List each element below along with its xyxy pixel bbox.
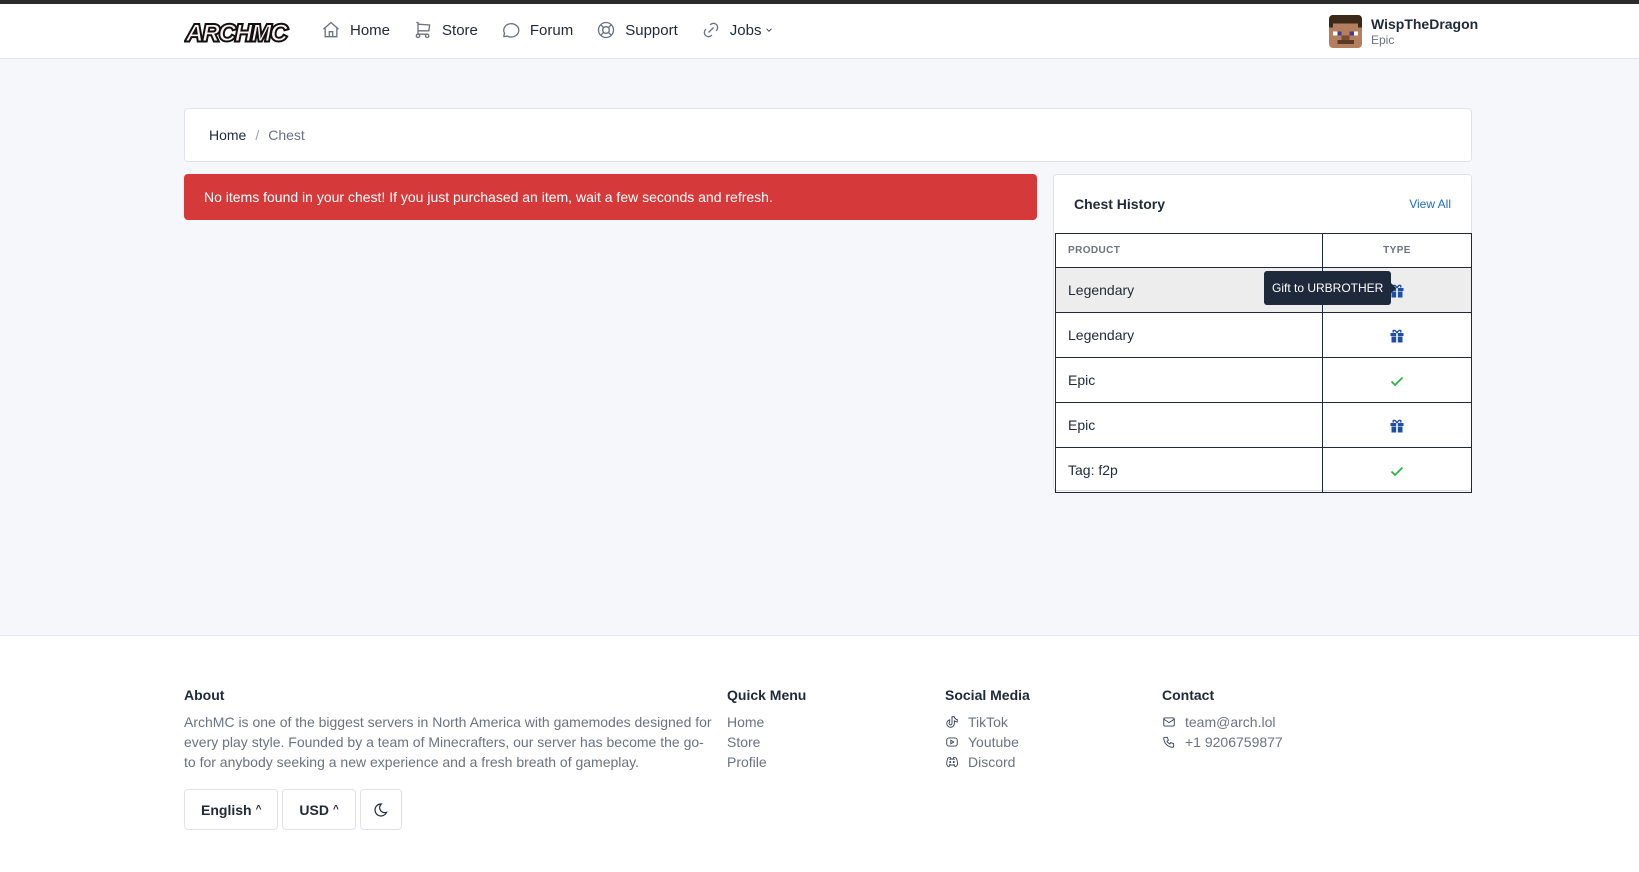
- theme-toggle-button[interactable]: [359, 789, 402, 830]
- check-icon: [1389, 371, 1405, 387]
- footer-social: Social Media TikTok Youtube Discord: [945, 687, 1030, 772]
- column-header-product: Product: [1055, 233, 1323, 268]
- chest-history-header: Chest History View All: [1054, 175, 1471, 233]
- nav-store[interactable]: Store: [413, 20, 478, 40]
- product-cell: Epic: [1055, 357, 1323, 403]
- chevron-up-icon: ^: [332, 804, 339, 815]
- lifebuoy-icon: [598, 21, 615, 39]
- navbar: ARCHMC ARCHMC Home Store Forum Support J…: [0, 4, 1639, 59]
- tiktok-icon: [946, 716, 958, 728]
- mail-icon: [1163, 717, 1175, 727]
- gift-icon[interactable]: [1389, 326, 1405, 343]
- footer-phone-link[interactable]: +1 9206759877: [1162, 732, 1283, 752]
- view-all-link[interactable]: View All: [1409, 197, 1451, 211]
- currency-selector[interactable]: USD ^: [282, 789, 356, 830]
- user-menu[interactable]: WispTheDragon Epic: [1329, 15, 1478, 48]
- cart-icon: [415, 21, 431, 39]
- table-row: Epic: [1055, 357, 1472, 403]
- nav-store-label: Store: [442, 21, 478, 39]
- product-cell: Legendary: [1055, 312, 1323, 358]
- currency-label: USD: [299, 801, 329, 818]
- footer-link-tiktok[interactable]: TikTok: [945, 712, 1030, 732]
- footer-email: team@arch.lol: [1185, 714, 1276, 730]
- footer-about-text: ArchMC is one of the biggest servers in …: [184, 714, 712, 770]
- footer: About ArchMC is one of the biggest serve…: [0, 635, 1639, 872]
- type-cell: [1322, 312, 1472, 358]
- user-rank: Epic: [1371, 32, 1395, 47]
- footer-link-home[interactable]: Home: [727, 712, 806, 732]
- chevron-down-icon: [766, 28, 773, 32]
- footer-about-heading: About: [184, 687, 225, 703]
- product-cell: Epic: [1055, 402, 1323, 448]
- language-label: English: [201, 801, 252, 818]
- footer-link-tiktok-label: TikTok: [968, 714, 1008, 730]
- footer-settings: English ^ USD ^: [184, 789, 406, 830]
- nav-forum[interactable]: Forum: [501, 20, 573, 40]
- footer-quick-menu-heading: Quick Menu: [727, 687, 807, 703]
- check-icon: [1389, 461, 1405, 477]
- footer-contact-heading: Contact: [1162, 687, 1215, 703]
- phone-icon: [1163, 736, 1175, 748]
- nav-support-label: Support: [625, 21, 678, 39]
- gift-icon[interactable]: [1389, 416, 1405, 433]
- nav-jobs-dropdown[interactable]: Jobs: [701, 20, 775, 40]
- breadcrumb-current: Chest: [268, 127, 305, 143]
- empty-chest-alert: No items found in your chest! If you jus…: [184, 174, 1037, 220]
- footer-quick-menu: Quick Menu Home Store Profile: [727, 687, 806, 772]
- discord-icon: [946, 756, 958, 768]
- table-row: Tag: f2p: [1055, 447, 1472, 493]
- breadcrumb-home[interactable]: Home: [209, 127, 246, 143]
- user-name: WispTheDragon: [1371, 15, 1479, 32]
- footer-link-store[interactable]: Store: [727, 732, 806, 752]
- footer-link-youtube-label: Youtube: [968, 734, 1019, 750]
- nav-home[interactable]: Home: [321, 20, 390, 40]
- brand-logo[interactable]: ARCHMC ARCHMC: [184, 17, 294, 49]
- footer-about: About ArchMC is one of the biggest serve…: [184, 687, 714, 772]
- moon-icon: [374, 802, 388, 817]
- alert-message: No items found in your chest! If you jus…: [204, 189, 773, 205]
- chest-history-card: Chest History View All Product Type Lege…: [1053, 174, 1472, 493]
- youtube-icon: [946, 737, 958, 747]
- breadcrumb-separator: /: [255, 127, 260, 143]
- footer-link-youtube[interactable]: Youtube: [945, 732, 1030, 752]
- chevron-up-icon: ^: [255, 804, 262, 815]
- nav-jobs-label: Jobs: [729, 21, 762, 39]
- language-selector[interactable]: English ^: [184, 789, 279, 830]
- type-cell: [1322, 357, 1472, 403]
- avatar: [1329, 15, 1362, 48]
- footer-social-heading: Social Media: [945, 687, 1030, 703]
- footer-link-profile[interactable]: Profile: [727, 752, 806, 772]
- chat-icon: [502, 23, 520, 38]
- table-row: Epic: [1055, 402, 1472, 448]
- footer-link-discord-label: Discord: [968, 754, 1016, 770]
- footer-link-discord[interactable]: Discord: [945, 752, 1030, 772]
- nav-home-label: Home: [350, 21, 391, 39]
- table-row: Legendary: [1055, 312, 1472, 358]
- footer-phone: +1 9206759877: [1185, 734, 1283, 750]
- type-cell: [1322, 447, 1472, 493]
- gift-tooltip: Gift to URBROTHER: [1264, 271, 1397, 305]
- main-nav: Home Store Forum Support Jobs: [321, 20, 797, 40]
- nav-support[interactable]: Support: [596, 20, 678, 40]
- column-header-type: Type: [1322, 233, 1472, 268]
- nav-forum-label: Forum: [529, 21, 574, 39]
- breadcrumb: Home / Chest: [184, 108, 1472, 162]
- footer-email-link[interactable]: team@arch.lol: [1162, 712, 1283, 732]
- product-cell: Tag: f2p: [1055, 447, 1323, 493]
- link-icon: [703, 22, 719, 38]
- home-icon: [323, 21, 339, 38]
- chest-history-title: Chest History: [1074, 196, 1166, 212]
- svg-text:ARCHMC: ARCHMC: [185, 20, 288, 47]
- type-cell: [1322, 402, 1472, 448]
- footer-contact: Contact team@arch.lol +1 9206759877: [1162, 687, 1283, 752]
